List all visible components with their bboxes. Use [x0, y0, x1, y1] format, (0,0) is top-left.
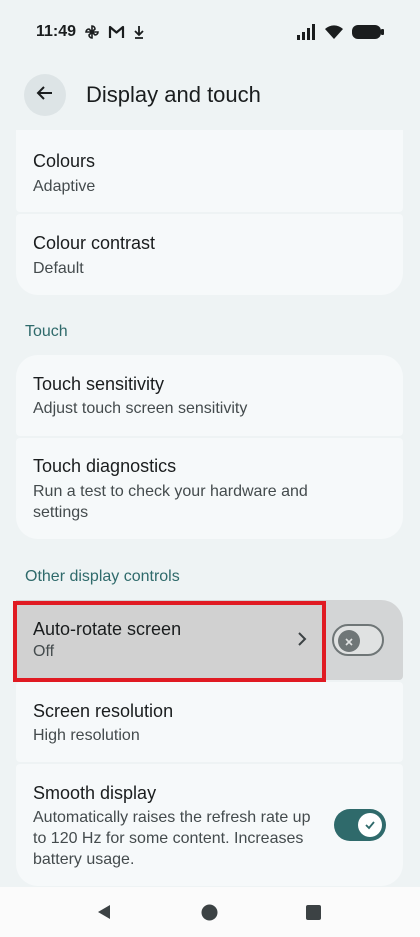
check-icon: [364, 816, 376, 835]
auto-rotate-subtitle: Off: [33, 643, 55, 660]
smooth-display-subtitle: Automatically raises the refresh rate up…: [33, 809, 311, 868]
touch-sensitivity-setting[interactable]: Touch sensitivity Adjust touch screen se…: [16, 355, 403, 436]
arrow-left-icon: [35, 83, 55, 107]
smooth-display-title: Smooth display: [33, 783, 157, 803]
back-triangle-icon[interactable]: [96, 904, 112, 924]
signal-icon: [296, 24, 316, 44]
pinwheel-icon: [84, 24, 100, 44]
touch-diagnostics-setting[interactable]: Touch diagnostics Run a test to check yo…: [16, 438, 403, 539]
colours-setting[interactable]: Colours Adaptive: [16, 130, 403, 212]
gmail-icon: [108, 24, 125, 44]
auto-rotate-screen-setting[interactable]: Auto-rotate screen Off: [16, 600, 326, 680]
page-title: Display and touch: [86, 82, 261, 107]
screen-resolution-subtitle: High resolution: [33, 727, 140, 744]
screen-resolution-setting[interactable]: Screen resolution High resolution: [16, 682, 403, 762]
section-other-display-controls: Other display controls: [25, 568, 180, 585]
navigation-bar: [0, 887, 420, 937]
home-circle-icon[interactable]: [201, 904, 218, 925]
status-bar: 11:49: [0, 0, 420, 62]
screen-resolution-title: Screen resolution: [33, 701, 174, 721]
download-icon: [133, 24, 145, 44]
auto-rotate-title: Auto-rotate screen: [33, 619, 182, 639]
chevron-right-icon: [297, 631, 307, 651]
colour-contrast-subtitle: Default: [33, 260, 84, 277]
touch-diagnostics-title: Touch diagnostics: [33, 456, 177, 476]
touch-sensitivity-title: Touch sensitivity: [33, 374, 165, 394]
status-time: 11:49: [36, 23, 77, 40]
colour-contrast-title: Colour contrast: [33, 233, 156, 253]
touch-sensitivity-subtitle: Adjust touch screen sensitivity: [33, 400, 248, 417]
smooth-display-toggle[interactable]: [334, 809, 386, 841]
battery-icon: [352, 24, 384, 44]
colour-contrast-setting[interactable]: Colour contrast Default: [16, 214, 403, 295]
auto-rotate-toggle[interactable]: [332, 624, 384, 656]
section-touch: Touch: [25, 323, 68, 340]
recents-square-icon[interactable]: [306, 905, 321, 924]
colours-title: Colours: [33, 151, 96, 171]
close-icon: [344, 632, 354, 651]
wifi-icon: [324, 24, 344, 44]
toggle-on-knob: [358, 813, 382, 837]
toggle-off-knob: [338, 630, 360, 652]
back-button[interactable]: [24, 74, 66, 116]
colours-subtitle: Adaptive: [33, 178, 96, 195]
touch-diagnostics-subtitle: Run a test to check your hardware and se…: [33, 483, 308, 521]
